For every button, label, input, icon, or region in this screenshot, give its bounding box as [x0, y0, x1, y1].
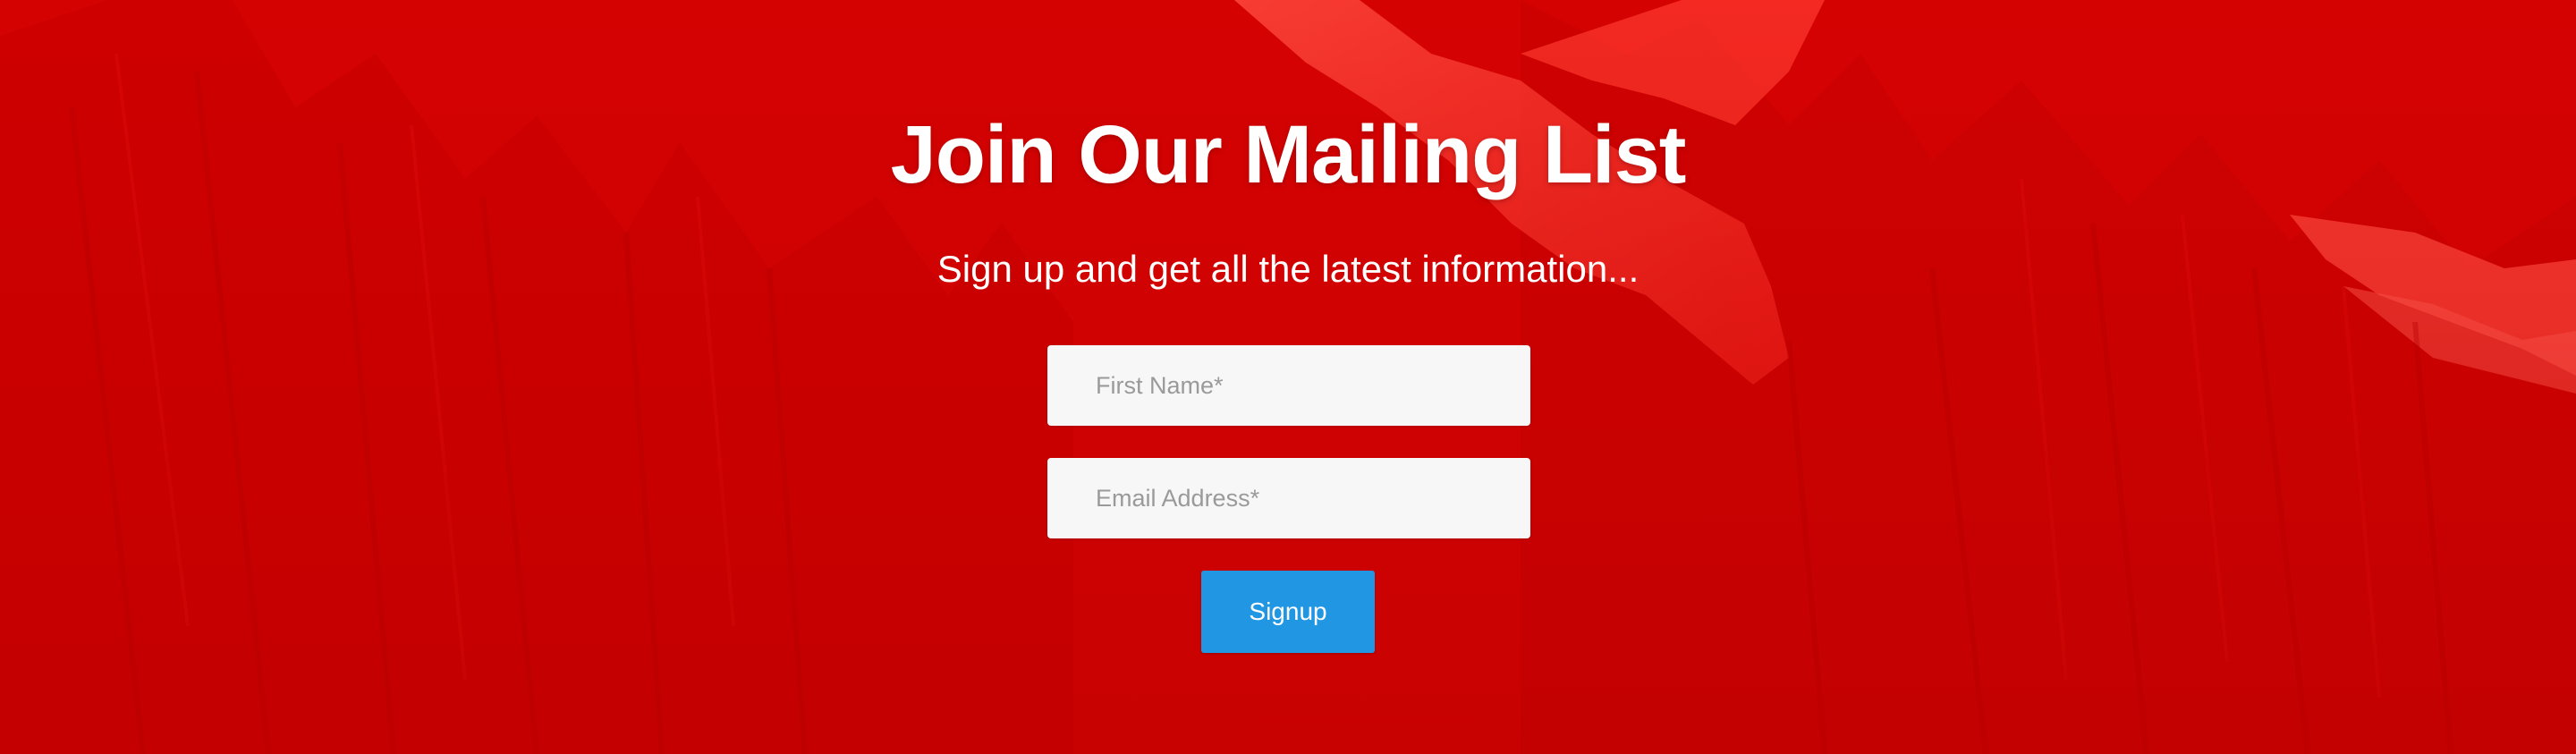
- mailing-list-hero: Join Our Mailing List Sign up and get al…: [0, 0, 2576, 754]
- signup-button[interactable]: Signup: [1201, 571, 1375, 653]
- first-name-field[interactable]: [1047, 345, 1530, 426]
- page-subtitle: Sign up and get all the latest informati…: [936, 248, 1640, 290]
- email-field[interactable]: [1047, 458, 1530, 538]
- page-title: Join Our Mailing List: [890, 109, 1687, 200]
- signup-form: Join Our Mailing List Sign up and get al…: [0, 0, 2576, 754]
